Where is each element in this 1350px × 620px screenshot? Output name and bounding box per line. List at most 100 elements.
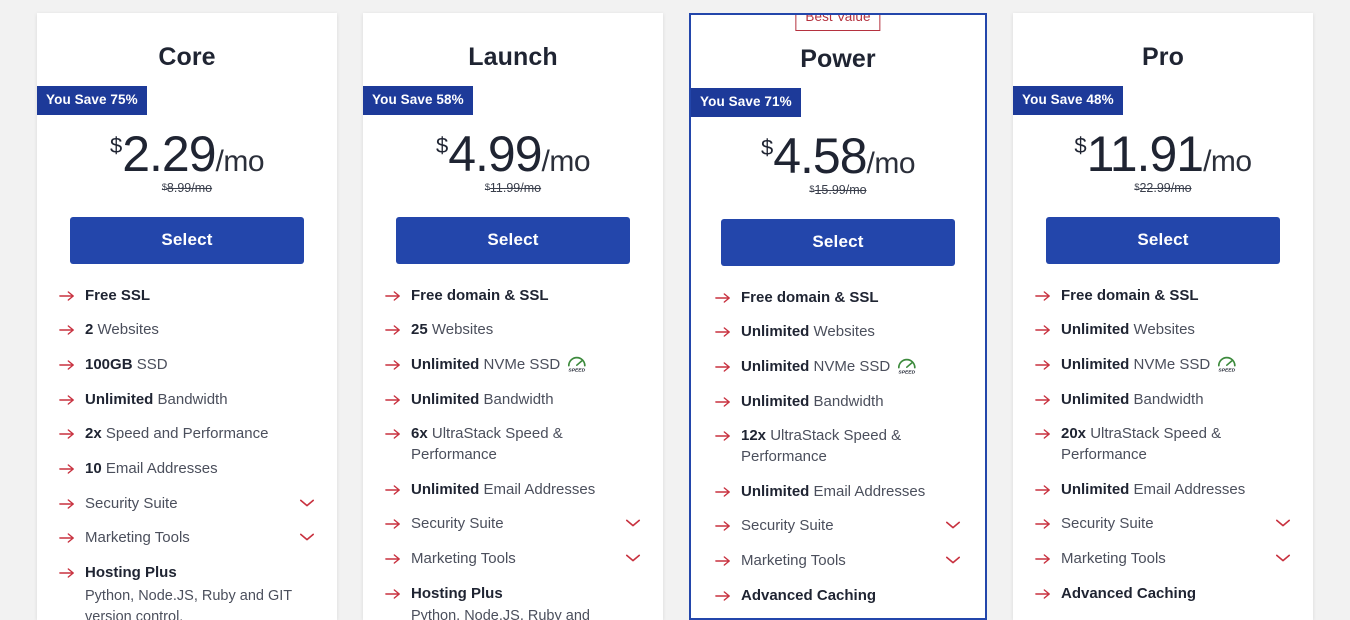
feature-highlight: Hosting Plus [85,564,177,581]
arrow-right-icon [1035,552,1051,567]
feature-text: Unlimited Email Addresses [741,482,961,503]
original-price: $22.99/mo [1013,181,1313,195]
current-price: $4.99/mo [435,125,591,182]
feature-text: Unlimited NVMe SSD SPEED [741,357,961,378]
feature-item[interactable]: Marketing Tools [1035,549,1291,570]
original-price-value: 22.99/mo [1139,180,1192,195]
select-button[interactable]: Select [396,216,630,264]
feature-item: Unlimited Email Addresses [715,482,961,503]
select-button[interactable]: Select [721,218,955,266]
chevron-down-icon[interactable] [625,518,641,528]
arrow-right-icon [59,289,75,304]
feature-item: Hosting Plus Python, Node.JS, Ruby and GI… [59,563,315,620]
original-currency-symbol: $ [1134,181,1140,192]
feature-item: Advanced Caching [715,586,961,607]
plan-title: Pro [1142,43,1184,71]
arrow-right-icon [1035,289,1051,304]
original-price-value: 15.99/mo [814,182,867,197]
feature-item: Unlimited Bandwidth [59,390,315,411]
feature-highlight: Free domain & SSL [411,286,549,304]
price-amount: 2.29 [122,125,216,182]
chevron-down-icon[interactable] [299,532,315,542]
chevron-down-icon[interactable] [1275,518,1291,528]
feature-highlight: Unlimited [1061,355,1130,373]
chevron-down-icon[interactable] [625,553,641,563]
feature-label: Websites [809,323,875,341]
current-price: $2.29/mo [110,125,265,182]
original-currency-symbol: $ [484,181,490,192]
plan-title: Launch [468,43,558,71]
arrow-right-icon [385,323,401,338]
feature-label: Security Suite [411,515,504,533]
feature-label: Security Suite [1061,515,1154,533]
original-price: $8.99/mo [37,181,337,195]
feature-label: Email Addresses [1129,480,1246,498]
price-period: /mo [1203,144,1252,178]
svg-text:SPEED: SPEED [569,367,586,372]
feature-text: Unlimited Email Addresses [1061,480,1291,501]
feature-text: Hosting Plus Python, Node.JS, Ruby and [411,584,641,620]
feature-description: Python, Node.JS, Ruby and GIT version co… [85,587,292,620]
feature-text: Marketing Tools [411,549,641,570]
feature-text: Unlimited Bandwidth [411,390,641,411]
feature-text: Unlimited Bandwidth [741,392,961,413]
feature-label: Bandwidth [479,390,554,408]
feature-highlight: 10 [85,459,102,477]
feature-item: Unlimited Websites [1035,320,1291,341]
feature-item[interactable]: Marketing Tools [59,528,315,549]
feature-label: NVMe SSD [479,355,561,373]
chevron-down-icon[interactable] [299,498,315,508]
feature-text: Security Suite [1061,514,1291,535]
feature-text: Unlimited NVMe SSD SPEED [411,355,641,376]
feature-item[interactable]: Marketing Tools [385,549,641,570]
feature-item: Free SSL [59,286,315,307]
arrow-right-icon [715,485,731,500]
save-badge-row: You Save 71% [691,74,985,117]
best-value-badge: Best Value [795,15,881,31]
feature-item[interactable]: Security Suite [1035,514,1291,535]
arrow-right-icon [385,552,401,567]
current-price: $4.58/mo [761,131,916,181]
feature-highlight: Unlimited [411,390,480,408]
feature-highlight: Unlimited [741,392,810,410]
feature-item: Unlimited Email Addresses [1035,480,1291,501]
feature-highlight: Unlimited [1061,390,1130,408]
feature-text: 20x UltraStack Speed & Performance [1061,424,1291,465]
feature-text: Free domain & SSL [411,286,641,307]
price-amount: 4.99 [448,125,542,182]
feature-highlight: Hosting Plus [411,584,503,602]
arrow-right-icon [715,589,731,604]
feature-item[interactable]: Security Suite [59,494,315,515]
chevron-down-icon[interactable] [945,520,961,530]
feature-text: 10 Email Addresses [85,459,315,480]
price-block: $2.29/mo $8.99/mo [37,129,337,195]
feature-item[interactable]: Marketing Tools [715,551,961,572]
arrow-right-icon [385,587,401,602]
feature-list: Free SSL 2 Websites 100GB SSD Unlimited Ban… [37,286,337,620]
feature-highlight: 12x [741,427,767,445]
feature-label: Marketing Tools [1061,550,1166,567]
arrow-right-icon [1035,358,1051,373]
original-currency-symbol: $ [161,181,167,192]
select-button[interactable]: Select [1046,216,1280,264]
feature-text: 25 Websites [411,320,641,341]
feature-item: Unlimited NVMe SSD SPEED [715,357,961,378]
feature-item: Unlimited NVMe SSD SPEED [1035,355,1291,376]
feature-label: Security Suite [741,517,834,535]
currency-symbol: $ [435,132,449,158]
feature-text: Free SSL [85,286,315,307]
feature-item[interactable]: Security Suite [715,516,961,537]
feature-label: Bandwidth [153,390,228,408]
feature-highlight: Unlimited [741,357,810,375]
feature-highlight: Unlimited [741,323,810,341]
feature-highlight: 6x [411,425,428,443]
feature-item: Hosting Plus Python, Node.JS, Ruby and [385,584,641,620]
feature-item[interactable]: Security Suite [385,514,641,535]
arrow-right-icon [385,393,401,408]
feature-text: Security Suite [741,516,961,537]
chevron-down-icon[interactable] [1275,553,1291,563]
feature-text: Marketing Tools [1061,549,1291,570]
chevron-down-icon[interactable] [945,555,961,565]
select-button[interactable]: Select [70,216,304,264]
feature-label: Marketing Tools [85,529,190,547]
